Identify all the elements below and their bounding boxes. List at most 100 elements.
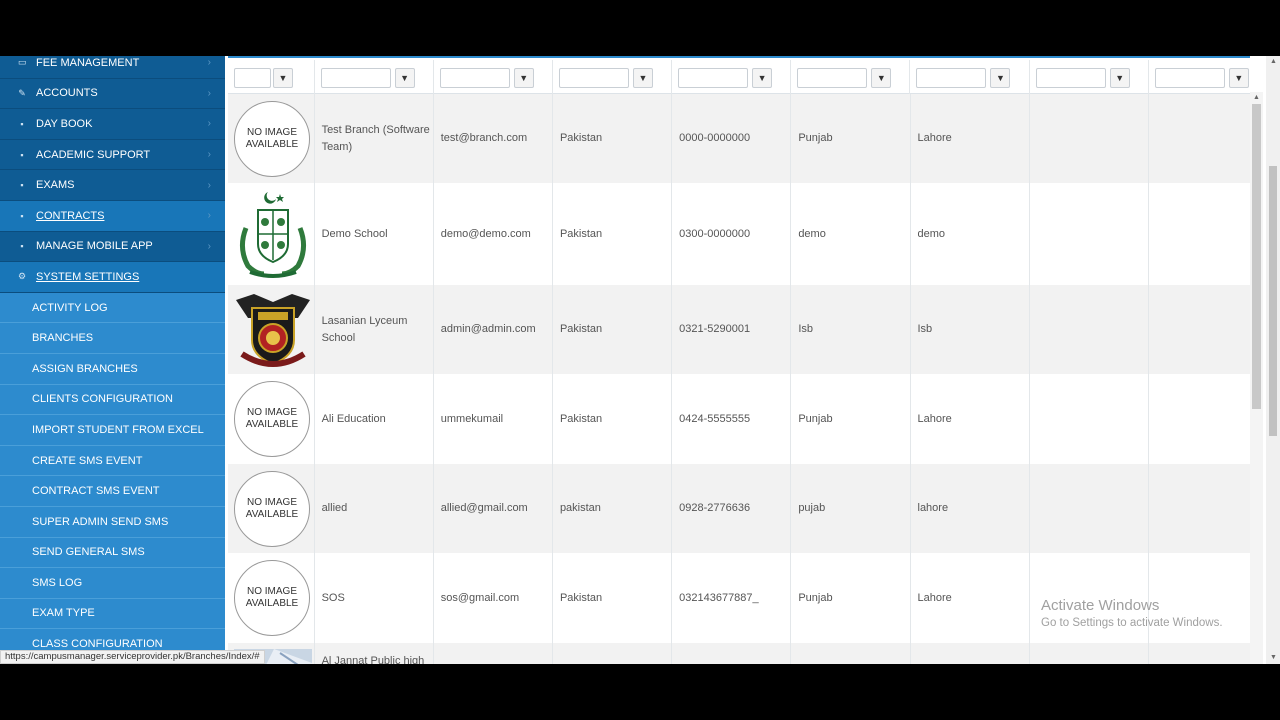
sidebar-subitem-exam-type[interactable]: EXAM TYPE bbox=[0, 598, 225, 630]
sidebar-subitem-super-admin-send-sms[interactable]: SUPER ADMIN SEND SMS bbox=[0, 506, 225, 538]
sidebar-subitem-branches[interactable]: BRANCHES bbox=[0, 323, 225, 354]
branch-province: Punjab bbox=[791, 553, 911, 643]
chevron-right-icon: › bbox=[207, 210, 211, 222]
branch-country: Pakistan bbox=[553, 553, 673, 643]
table-row[interactable]: NO IMAGE AVAILABLE allied allied@gmail.c… bbox=[228, 464, 1250, 553]
page-scrollbar-thumb[interactable] bbox=[1269, 166, 1277, 436]
sidebar-subitem-label: IMPORT STUDENT FROM EXCEL bbox=[32, 423, 204, 436]
grid-icon: ▪ bbox=[20, 118, 24, 129]
scroll-up-icon[interactable]: ▲ bbox=[1270, 58, 1277, 65]
no-image-placeholder: NO IMAGE AVAILABLE bbox=[234, 100, 310, 177]
sidebar-subitem-contract-sms-event[interactable]: CONTRACT SMS EVENT bbox=[0, 476, 225, 507]
sidebar-item-label: FEE MANAGEMENT bbox=[36, 56, 140, 69]
table-row[interactable]: NO IMAGE AVAILABLE Test Branch (Software… bbox=[228, 94, 1250, 183]
filter-icon[interactable]: ▼ bbox=[1228, 68, 1249, 88]
sidebar-item-label: ACADEMIC SUPPORT bbox=[36, 148, 151, 161]
filter-input[interactable] bbox=[320, 68, 391, 88]
sidebar-subitem-clients-configuration[interactable]: CLIENTS CONFIGURATION bbox=[0, 384, 225, 416]
sidebar-subitem-import-student[interactable]: IMPORT STUDENT FROM EXCEL bbox=[0, 415, 225, 446]
branch-phone: 0424-5555555 bbox=[672, 374, 792, 464]
table-row[interactable]: Lasanian Lyceum School admin@admin.com P… bbox=[228, 285, 1250, 374]
sidebar-subitem-create-sms-event[interactable]: CREATE SMS EVENT bbox=[0, 445, 225, 477]
app-window: ▭ FEE MANAGEMENT › ✎ ACCOUNTS › ▪ DAY BO… bbox=[0, 56, 1280, 664]
sidebar-item-fee-management[interactable]: ▭ FEE MANAGEMENT › bbox=[0, 56, 225, 79]
sidebar-subitem-label: ASSIGN BRANCHES bbox=[32, 362, 138, 375]
grid-icon: ▪ bbox=[20, 149, 24, 160]
empty-cell bbox=[1149, 643, 1250, 664]
scroll-up-icon[interactable]: ▲ bbox=[1253, 94, 1260, 101]
sidebar-subitem-label: BRANCHES bbox=[32, 332, 94, 345]
filter-icon[interactable]: ▼ bbox=[990, 68, 1011, 88]
filter-input[interactable] bbox=[916, 68, 987, 88]
grid-scrollbar[interactable]: ▲ bbox=[1250, 92, 1263, 664]
branch-province: Isb bbox=[791, 285, 911, 374]
branch-phone: 0321-5290001 bbox=[672, 285, 792, 374]
filter-icon[interactable]: ▼ bbox=[273, 68, 293, 88]
empty-cell bbox=[1149, 285, 1250, 374]
filter-input[interactable] bbox=[558, 68, 629, 88]
empty-cell bbox=[1149, 374, 1250, 464]
sidebar-item-label: DAY BOOK bbox=[36, 117, 93, 130]
branch-name: Ali Education bbox=[315, 374, 434, 464]
branches-grid: ▼ ▼ ▼ ▼ ▼ ▼ ▼ ▼ ▼ NO IMAGE AVAILABLE Tes… bbox=[228, 56, 1250, 664]
watermark-subtitle: Go to Settings to activate Windows. bbox=[1041, 617, 1223, 629]
sidebar-item-accounts[interactable]: ✎ ACCOUNTS › bbox=[0, 78, 225, 110]
sidebar-item-contracts[interactable]: ▪ CONTRACTS › bbox=[0, 200, 225, 232]
sidebar-item-day-book[interactable]: ▪ DAY BOOK › bbox=[0, 109, 225, 140]
sidebar-item-system-settings[interactable]: ⚙ SYSTEM SETTINGS bbox=[0, 262, 225, 293]
sidebar-subitem-activity-log[interactable]: ACTIVITY LOG bbox=[0, 292, 225, 324]
filter-input[interactable] bbox=[234, 68, 271, 88]
branch-city: Lahore bbox=[911, 94, 1030, 183]
card-icon: ▭ bbox=[18, 57, 27, 68]
sidebar-item-exams[interactable]: ▪ EXAMS › bbox=[0, 170, 225, 201]
branch-phone: 032143677887_ bbox=[672, 553, 792, 643]
sidebar-item-academic-support[interactable]: ▪ ACADEMIC SUPPORT › bbox=[0, 139, 225, 171]
branch-country: Pakistan bbox=[553, 183, 673, 285]
filter-input[interactable] bbox=[678, 68, 749, 88]
sidebar-subitem-assign-branches[interactable]: ASSIGN BRANCHES bbox=[0, 353, 225, 385]
sidebar-item-label: EXAMS bbox=[36, 179, 75, 192]
filter-input[interactable] bbox=[1154, 68, 1225, 88]
gear-icon: ⚙ bbox=[18, 271, 27, 282]
page-scrollbar[interactable]: ▲ ▼ bbox=[1266, 56, 1280, 664]
table-row[interactable]: NO IMAGE AVAILABLE Ali Education ummekum… bbox=[228, 374, 1250, 464]
branch-name: Al Jannat Public high bbox=[315, 643, 434, 664]
sidebar-subitem-send-general-sms[interactable]: SEND GENERAL SMS bbox=[0, 537, 225, 569]
filter-input[interactable] bbox=[1035, 68, 1106, 88]
empty-cell bbox=[1030, 374, 1149, 464]
sidebar-subitem-label: CREATE SMS EVENT bbox=[32, 454, 143, 467]
filter-input[interactable] bbox=[797, 68, 868, 88]
branch-name: Demo School bbox=[315, 183, 434, 285]
table-row[interactable]: Demo School demo@demo.com Pakistan 0300-… bbox=[228, 183, 1250, 285]
filter-icon[interactable]: ▼ bbox=[871, 68, 892, 88]
sidebar-subitem-label: CLASS CONFIGURATION bbox=[32, 638, 163, 651]
branch-phone bbox=[672, 643, 792, 664]
table-row[interactable]: Al Jannat Public high bbox=[228, 643, 1250, 664]
branch-name: Lasanian Lyceum School bbox=[315, 285, 434, 374]
grid-icon: ▪ bbox=[20, 210, 24, 221]
branch-city: Isb bbox=[911, 285, 1030, 374]
empty-cell bbox=[1149, 183, 1250, 285]
sidebar-item-manage-mobile-app[interactable]: ▪ MANAGE MOBILE APP › bbox=[0, 231, 225, 263]
grid-icon: ▪ bbox=[20, 180, 24, 191]
chevron-right-icon: › bbox=[207, 179, 211, 191]
scroll-down-icon[interactable]: ▼ bbox=[1270, 654, 1277, 661]
branch-country bbox=[553, 643, 673, 664]
branch-city: demo bbox=[911, 183, 1030, 285]
filter-icon[interactable]: ▼ bbox=[394, 68, 415, 88]
filter-icon[interactable]: ▼ bbox=[1109, 68, 1130, 88]
sidebar-subitem-sms-log[interactable]: SMS LOG bbox=[0, 568, 225, 599]
filter-icon[interactable]: ▼ bbox=[632, 68, 653, 88]
wrench-icon: ✎ bbox=[18, 87, 26, 98]
filter-icon[interactable]: ▼ bbox=[752, 68, 773, 88]
no-image-placeholder: NO IMAGE AVAILABLE bbox=[234, 470, 310, 547]
status-url: https://campusmanager.serviceprovider.pk… bbox=[0, 650, 265, 664]
sidebar-subitem-label: SUPER ADMIN SEND SMS bbox=[32, 515, 169, 528]
filter-input[interactable] bbox=[439, 68, 510, 88]
grid-scrollbar-thumb[interactable] bbox=[1252, 104, 1261, 409]
chevron-right-icon: › bbox=[207, 240, 211, 252]
filter-icon[interactable]: ▼ bbox=[513, 68, 534, 88]
sidebar-item-label: SYSTEM SETTINGS bbox=[36, 270, 140, 283]
branch-phone: 0928-2776636 bbox=[672, 464, 792, 553]
branch-email: allied@gmail.com bbox=[434, 464, 553, 553]
